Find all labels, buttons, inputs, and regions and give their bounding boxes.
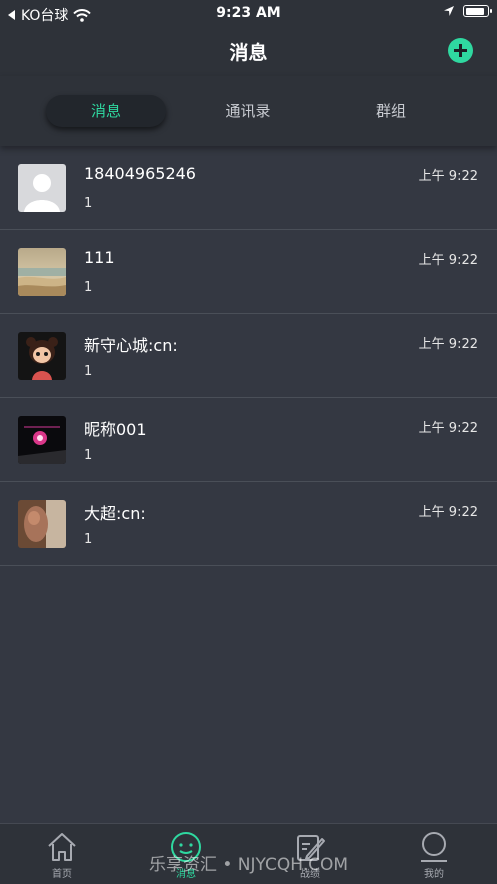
last-message: 1 [84, 448, 93, 463]
tabbar-home-label: 首页 [52, 869, 72, 880]
beach-photo-avatar [18, 248, 66, 296]
last-message: 1 [84, 280, 93, 295]
contact-name: 111 [84, 248, 115, 267]
plus-circle-icon [454, 44, 467, 57]
record-icon [297, 835, 325, 861]
contact-name: 18404965246 [84, 164, 196, 183]
message-time: 上午 9:22 [418, 337, 478, 352]
navigation-bar: 消息 [0, 26, 497, 76]
tabbar-record-label: 战绩 [300, 869, 320, 880]
last-message: 1 [84, 196, 93, 211]
tab-messages[interactable]: 消息 [46, 95, 166, 127]
conversation-row[interactable]: 111 1 上午 9:22 [0, 230, 497, 314]
tabbar-profile[interactable]: 我的 [394, 830, 474, 880]
tabbar-profile-label: 我的 [424, 869, 444, 880]
contact-name: 昵称001 [84, 420, 147, 439]
segment-tabs: 消息 通讯录 群组 [0, 76, 497, 146]
tab-groups[interactable]: 群组 [331, 95, 451, 127]
message-time: 上午 9:22 [418, 253, 478, 268]
bottom-tab-bar: 首页 消息 战绩 我的 [0, 823, 497, 884]
message-time: 上午 9:22 [418, 421, 478, 436]
add-button[interactable] [448, 38, 473, 63]
tabbar-messages[interactable]: 消息 [146, 830, 226, 880]
tab-contacts[interactable]: 通讯录 [188, 95, 308, 127]
conversation-row[interactable]: 大超:cn: 1 上午 9:22 [0, 482, 497, 566]
tabbar-record[interactable]: 战绩 [270, 830, 350, 880]
default-person-avatar [18, 164, 66, 212]
concert-photo-avatar [18, 416, 66, 464]
status-bar: KO台球 9:23 AM [0, 0, 497, 26]
tabbar-home[interactable]: 首页 [22, 830, 102, 880]
tabbar-messages-label: 消息 [176, 869, 196, 880]
photo-avatar [18, 500, 66, 548]
contact-name: 新守心城:cn: [84, 336, 178, 355]
profile-icon [421, 832, 447, 862]
conversation-list: 18404965246 1 上午 9:22 111 1 上午 9:22 新守心城… [0, 146, 497, 566]
message-time: 上午 9:22 [418, 505, 478, 520]
last-message: 1 [84, 364, 93, 379]
clock: 9:23 AM [216, 5, 281, 21]
contact-name: 大超:cn: [84, 504, 146, 523]
conversation-row[interactable]: 昵称001 1 上午 9:22 [0, 398, 497, 482]
cartoon-girl-avatar [18, 332, 66, 380]
page-title: 消息 [229, 42, 268, 64]
location-arrow-icon [444, 6, 454, 16]
message-smile-icon [171, 832, 201, 862]
battery-icon [463, 5, 492, 17]
conversation-row[interactable]: 新守心城:cn: 1 上午 9:22 [0, 314, 497, 398]
conversation-row[interactable]: 18404965246 1 上午 9:22 [0, 146, 497, 230]
home-icon [48, 833, 76, 861]
message-time: 上午 9:22 [418, 169, 478, 184]
last-message: 1 [84, 532, 93, 547]
